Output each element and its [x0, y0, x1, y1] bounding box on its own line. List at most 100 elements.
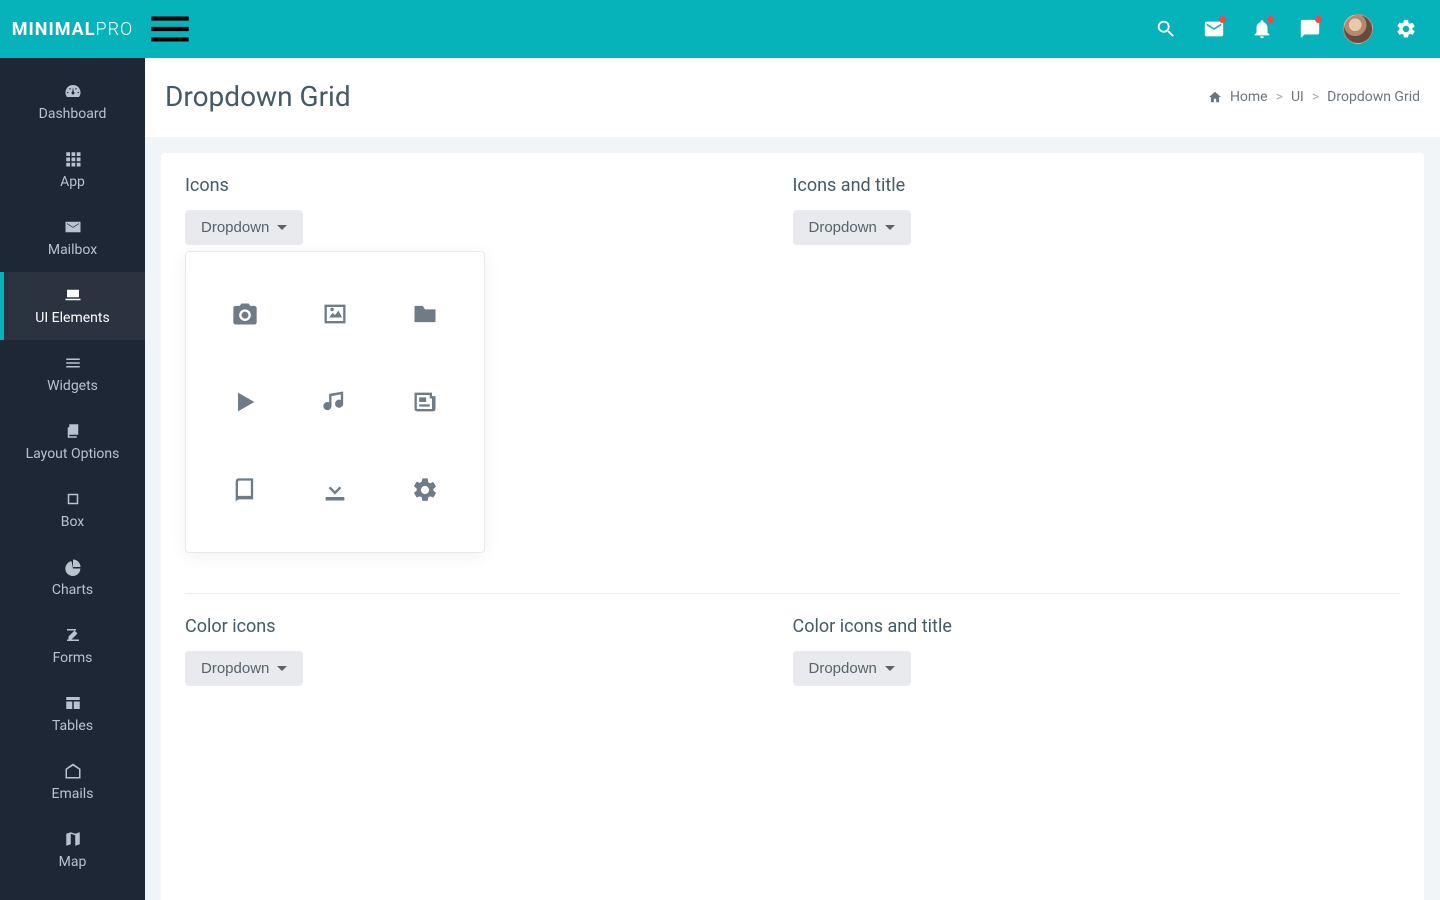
user-menu-button[interactable] [1334, 0, 1382, 58]
sidebar-item-emails[interactable]: Emails [0, 748, 145, 816]
envelope-icon [64, 218, 82, 236]
sidebar-item-label: Forms [53, 650, 93, 666]
section-title: Color icons [185, 616, 793, 637]
section-icons-and-title: Icons and title Dropdown [793, 175, 1401, 593]
sidebar-toggle-button[interactable] [145, 0, 195, 58]
edit-icon [64, 626, 82, 644]
caret-down-icon [277, 225, 287, 230]
list-icon [64, 354, 82, 372]
sidebar-item-map[interactable]: Map [0, 816, 145, 884]
sidebar-item-label: Box [61, 514, 85, 530]
messages-button[interactable] [1286, 0, 1334, 58]
section-title: Color icons and title [793, 616, 1401, 637]
dropdown-button-label: Dropdown [201, 219, 269, 236]
caret-down-icon [885, 225, 895, 230]
logo[interactable]: MINIMALPRO [0, 0, 145, 58]
top-header: MINIMALPRO [0, 0, 1440, 58]
dropdown-item-image[interactable] [290, 270, 380, 358]
dropdown-button-label: Dropdown [201, 660, 269, 677]
sidebar: Dashboard App Mailbox UI Elements Widget… [0, 58, 145, 900]
folder-icon [411, 300, 439, 328]
music-icon [321, 388, 349, 416]
sidebar-item-label: Tables [52, 718, 93, 734]
breadcrumb-ui[interactable]: UI [1291, 89, 1304, 105]
copy-icon [64, 422, 82, 440]
sidebar-item-label: App [60, 174, 85, 190]
breadcrumb-separator: > [1276, 89, 1283, 105]
section-title: Icons and title [793, 175, 1401, 196]
sidebar-item-label: Map [59, 854, 87, 870]
sidebar-item-label: Layout Options [26, 446, 120, 462]
caret-down-icon [277, 666, 287, 671]
camera-icon [231, 300, 259, 328]
sidebar-item-box[interactable]: Box [0, 476, 145, 544]
laptop-icon [64, 286, 82, 304]
bars-icon [145, 4, 195, 54]
sidebar-item-ui-elements[interactable]: UI Elements [0, 272, 145, 340]
sidebar-item-label: Charts [52, 582, 93, 598]
gear-icon [411, 476, 439, 504]
table-icon [64, 694, 82, 712]
sidebar-item-layout-options[interactable]: Layout Options [0, 408, 145, 476]
pie-chart-icon [64, 558, 82, 576]
header-actions [1142, 0, 1440, 58]
avatar [1343, 14, 1373, 44]
dropdown-button[interactable]: Dropdown [793, 210, 911, 245]
sidebar-item-widgets[interactable]: Widgets [0, 340, 145, 408]
newspaper-icon [411, 388, 439, 416]
dropdown-item-gear[interactable] [380, 446, 470, 534]
dropdown-item-newspaper[interactable] [380, 358, 470, 446]
dropdown-item-book[interactable] [200, 446, 290, 534]
search-button[interactable] [1142, 0, 1190, 58]
section-title: Icons [185, 175, 793, 196]
sidebar-item-charts[interactable]: Charts [0, 544, 145, 612]
breadcrumb-separator: > [1312, 89, 1319, 105]
grid-icon [64, 150, 82, 168]
divider [185, 593, 1400, 594]
sidebar-item-tables[interactable]: Tables [0, 680, 145, 748]
section-icons: Icons Dropdown [185, 175, 793, 593]
sidebar-item-label: Mailbox [48, 242, 97, 258]
sidebar-item-dashboard[interactable]: Dashboard [0, 68, 145, 136]
sidebar-item-mailbox[interactable]: Mailbox [0, 204, 145, 272]
dropdown-item-folder[interactable] [380, 270, 470, 358]
dropdown-button[interactable]: Dropdown [793, 651, 911, 686]
breadcrumb: Home > UI > Dropdown Grid [1208, 89, 1420, 105]
dropdown-button-label: Dropdown [809, 219, 877, 236]
sidebar-item-label: Widgets [47, 378, 98, 394]
play-icon [231, 388, 259, 416]
map-icon [64, 830, 82, 848]
logo-text: MINIMALPRO [12, 19, 133, 40]
dropdown-item-download[interactable] [290, 446, 380, 534]
dropdown-button-label: Dropdown [809, 660, 877, 677]
mail-button[interactable] [1190, 0, 1238, 58]
settings-button[interactable] [1382, 0, 1430, 58]
section-color-icons-and-title: Color icons and title Dropdown [793, 616, 1401, 900]
dropdown-item-camera[interactable] [200, 270, 290, 358]
image-icon [321, 300, 349, 328]
dropdown-button[interactable]: Dropdown [185, 210, 303, 245]
dropdown-item-play[interactable] [200, 358, 290, 446]
content-area: Dropdown Grid Home > UI > Dropdown Grid … [145, 58, 1440, 900]
page-header: Dropdown Grid Home > UI > Dropdown Grid [145, 58, 1440, 137]
sidebar-item-label: Emails [52, 786, 94, 802]
dropdown-grid-panel [185, 251, 485, 553]
dropdown-item-music[interactable] [290, 358, 380, 446]
search-icon [1155, 18, 1177, 40]
open-envelope-icon [64, 762, 82, 780]
notification-dot [1219, 16, 1226, 23]
home-icon [1208, 90, 1222, 104]
sidebar-item-forms[interactable]: Forms [0, 612, 145, 680]
square-icon [64, 490, 82, 508]
page-title: Dropdown Grid [165, 80, 351, 113]
book-icon [231, 476, 259, 504]
sidebar-item-app[interactable]: App [0, 136, 145, 204]
notifications-button[interactable] [1238, 0, 1286, 58]
notification-dot [1267, 16, 1274, 23]
caret-down-icon [885, 666, 895, 671]
section-color-icons: Color icons Dropdown [185, 616, 793, 900]
gear-icon [1395, 18, 1417, 40]
dropdown-button[interactable]: Dropdown [185, 651, 303, 686]
breadcrumb-home[interactable]: Home [1230, 89, 1268, 105]
tachometer-icon [64, 82, 82, 100]
